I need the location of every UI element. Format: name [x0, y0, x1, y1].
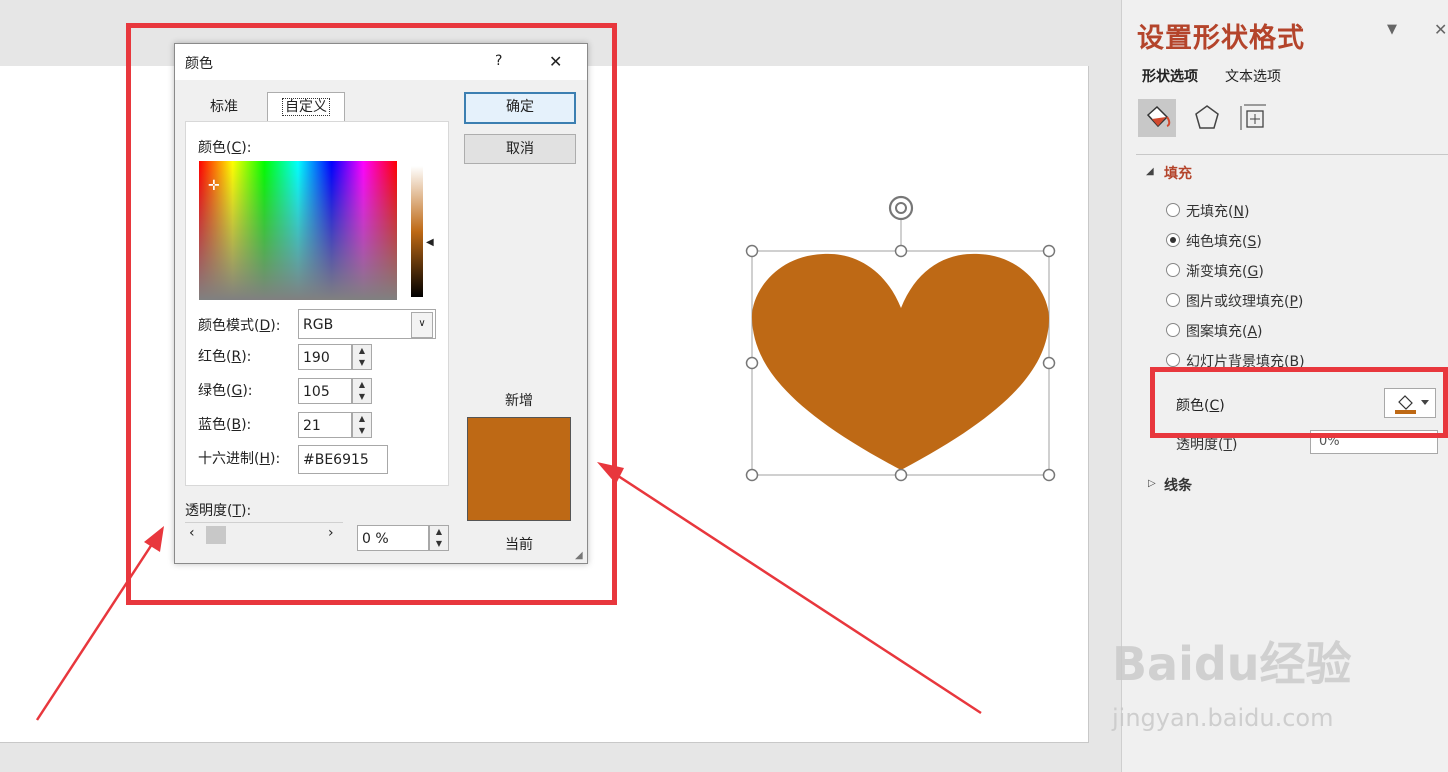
watermark-brand: Baidu经验 [1112, 637, 1352, 691]
watermark-url: jingyan.baidu.com [1112, 704, 1334, 732]
